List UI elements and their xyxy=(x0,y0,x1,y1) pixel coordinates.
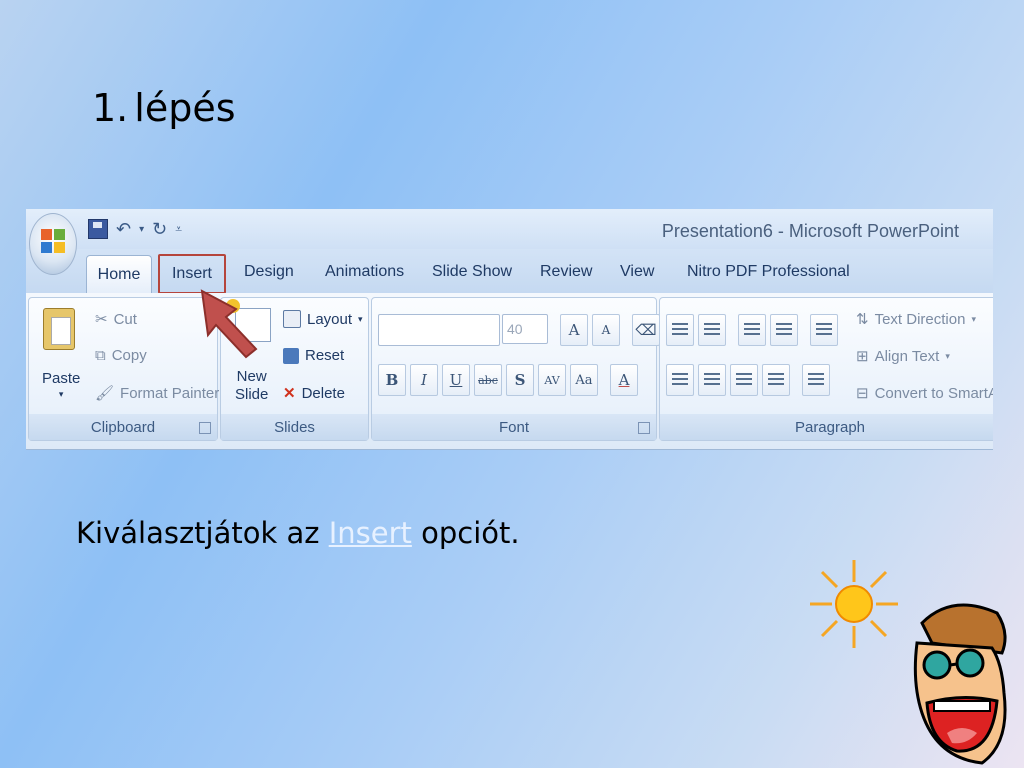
paste-button[interactable]: Paste ▾ xyxy=(42,370,80,400)
font-label: Font xyxy=(372,414,656,440)
title-bar: ↶ ▾ ↻ ⩡ Presentation6 - Microsoft PowerP… xyxy=(26,209,993,249)
convert-smartart-button[interactable]: ⊟ Convert to SmartA xyxy=(856,384,993,403)
insert-link[interactable]: Insert xyxy=(329,516,412,550)
group-font: 40 A A ⌫ B I U abc S AV Aa A Font xyxy=(371,297,660,441)
ribbon-screenshot: ↶ ▾ ↻ ⩡ Presentation6 - Microsoft PowerP… xyxy=(26,209,993,450)
copy-icon: ⧉ xyxy=(95,347,106,364)
justify-button[interactable] xyxy=(762,364,790,396)
ribbon-body: Paste ▾ ✂ Cut ⧉ Copy 🖌 Format Painter Clipbo… xyxy=(26,293,993,449)
tab-animations[interactable]: Animations xyxy=(325,263,404,281)
italic-button[interactable]: I xyxy=(410,364,438,396)
delete-button[interactable]: ✕ Delete xyxy=(283,384,345,403)
font-size-box[interactable]: 40 xyxy=(502,314,548,344)
bold-button[interactable]: B xyxy=(378,364,406,396)
title-number: 1. xyxy=(92,86,129,130)
dialog-launcher-icon[interactable] xyxy=(638,422,650,434)
delete-icon: ✕ xyxy=(283,385,296,402)
scissors-icon: ✂ xyxy=(95,311,108,328)
instruction-suffix: opciót. xyxy=(411,516,520,550)
group-paragraph: ⇅ Text Direction ▾ ⊞ Align Text ▾ ⊟ Convert t… xyxy=(659,297,993,441)
paragraph-label: Paragraph xyxy=(660,414,993,440)
group-clipboard: Paste ▾ ✂ Cut ⧉ Copy 🖌 Format Painter Clipbo… xyxy=(28,297,219,441)
clear-formatting-button[interactable]: ⌫ xyxy=(632,314,660,346)
center-button[interactable] xyxy=(698,364,726,396)
brush-icon: 🖌 xyxy=(95,385,115,402)
grow-font-button[interactable]: A xyxy=(560,314,588,346)
numbering-button[interactable] xyxy=(698,314,726,346)
align-text-icon: ⊞ xyxy=(856,348,869,365)
tab-review[interactable]: Review xyxy=(540,263,592,281)
shadow-button[interactable]: S xyxy=(506,364,534,396)
instruction-prefix: Kiválasztjátok az xyxy=(76,516,329,550)
quick-access-toolbar: ↶ ▾ ↻ ⩡ xyxy=(88,215,182,243)
undo-icon[interactable]: ↶ xyxy=(116,219,131,240)
bullets-button[interactable] xyxy=(666,314,694,346)
columns-button[interactable] xyxy=(802,364,830,396)
character-spacing-button[interactable]: AV xyxy=(538,364,566,396)
instruction-text: Kiválasztjátok az Insert opciót. xyxy=(76,516,520,550)
tab-slide-show[interactable]: Slide Show xyxy=(432,263,512,281)
tab-design[interactable]: Design xyxy=(244,263,294,281)
slide-title: 1. lépés xyxy=(92,86,236,130)
tab-home[interactable]: Home xyxy=(86,255,152,294)
save-icon[interactable] xyxy=(88,219,108,239)
align-right-button[interactable] xyxy=(730,364,758,396)
redo-icon[interactable]: ↻ xyxy=(152,219,167,240)
dialog-launcher-icon[interactable] xyxy=(199,422,211,434)
office-logo-icon xyxy=(41,229,65,253)
cut-button[interactable]: ✂ Cut xyxy=(95,310,137,329)
office-button[interactable] xyxy=(29,213,77,275)
copy-button[interactable]: ⧉ Copy xyxy=(95,347,147,364)
reset-button[interactable]: Reset xyxy=(283,347,344,364)
title-text: lépés xyxy=(134,86,236,130)
chevron-down-icon[interactable]: ▾ xyxy=(139,224,144,235)
increase-indent-button[interactable] xyxy=(770,314,798,346)
sun-icon xyxy=(810,560,898,648)
font-color-button[interactable]: A xyxy=(610,364,638,396)
red-arrow-icon xyxy=(200,289,258,359)
format-painter-button[interactable]: 🖌 Format Painter xyxy=(95,384,219,403)
tab-view[interactable]: View xyxy=(620,263,654,281)
clipboard-label: Clipboard xyxy=(29,414,217,440)
decrease-indent-button[interactable] xyxy=(738,314,766,346)
slides-label: Slides xyxy=(221,414,368,440)
layout-icon xyxy=(283,310,301,328)
layout-button[interactable]: Layout ▾ xyxy=(283,310,363,328)
new-slide-button[interactable]: New Slide xyxy=(235,368,268,404)
strikethrough-button[interactable]: abc xyxy=(474,364,502,396)
shrink-font-button[interactable]: A xyxy=(592,314,620,346)
smartart-icon: ⊟ xyxy=(856,385,869,402)
align-text-button[interactable]: ⊞ Align Text ▾ xyxy=(856,347,950,366)
ribbon-tabs: Home Insert Design Animations Slide Show… xyxy=(26,249,993,294)
underline-button[interactable]: U xyxy=(442,364,470,396)
align-left-button[interactable] xyxy=(666,364,694,396)
line-spacing-button[interactable] xyxy=(810,314,838,346)
reset-icon xyxy=(283,347,299,364)
window-title: Presentation6 - Microsoft PowerPoint xyxy=(661,221,959,241)
cartoon-face-icon xyxy=(913,603,1007,765)
paste-icon[interactable] xyxy=(43,308,75,350)
font-name-box[interactable] xyxy=(378,314,500,346)
change-case-button[interactable]: Aa xyxy=(570,364,598,396)
customize-qat-icon[interactable]: ⩡ xyxy=(175,222,182,237)
tab-nitro-pdf[interactable]: Nitro PDF Professional xyxy=(687,263,850,281)
text-direction-button[interactable]: ⇅ Text Direction ▾ xyxy=(856,310,976,329)
text-direction-icon: ⇅ xyxy=(856,311,869,328)
